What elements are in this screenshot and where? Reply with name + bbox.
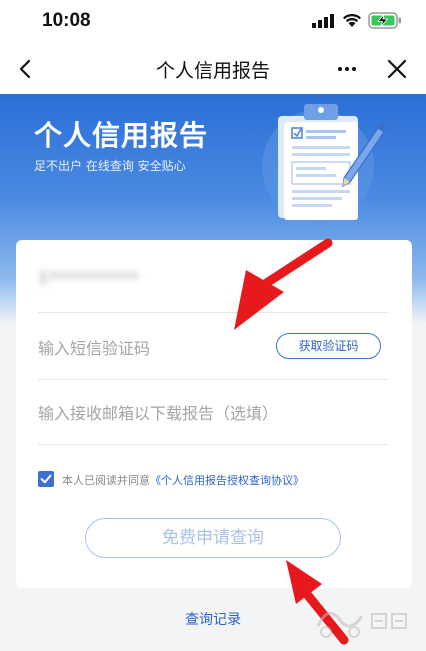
more-icon[interactable] bbox=[334, 56, 360, 82]
divider bbox=[38, 379, 388, 380]
phone-number-field[interactable]: 1********** bbox=[38, 264, 218, 294]
phone-number-value: 1********** bbox=[38, 268, 140, 287]
hero-title: 个人信用报告 bbox=[34, 119, 209, 152]
agreement-text: 本人已阅读并同意《个人信用报告授权查询协议》 bbox=[62, 472, 304, 488]
get-code-button[interactable]: 获取验证码 bbox=[276, 333, 381, 359]
checkbox-checked-icon[interactable] bbox=[38, 471, 54, 487]
nav-title: 个人信用报告 bbox=[155, 60, 270, 82]
clipboard-report-illustration bbox=[262, 104, 387, 222]
hero-subtitle: 足不出户 在线查询 安全贴心 bbox=[34, 159, 186, 173]
agreement-prefix: 本人已阅读并同意 bbox=[62, 474, 150, 487]
status-time: 10:08 bbox=[42, 10, 91, 31]
divider bbox=[38, 444, 388, 445]
divider bbox=[38, 312, 388, 313]
battery-charging-icon bbox=[368, 12, 401, 29]
email-input[interactable] bbox=[38, 401, 378, 425]
status-bar: 10:08 bbox=[0, 0, 426, 44]
signal-icon bbox=[312, 14, 334, 28]
agreement-link[interactable]: 《个人信用报告授权查询协议》 bbox=[150, 474, 304, 487]
watermark-logo bbox=[316, 611, 407, 638]
sms-code-input[interactable] bbox=[38, 336, 268, 360]
wifi-icon bbox=[343, 13, 361, 27]
submit-query-button[interactable]: 免费申请查询 bbox=[85, 518, 341, 558]
nav-bar: 个人信用报告 bbox=[0, 44, 426, 94]
close-icon[interactable] bbox=[384, 56, 410, 82]
